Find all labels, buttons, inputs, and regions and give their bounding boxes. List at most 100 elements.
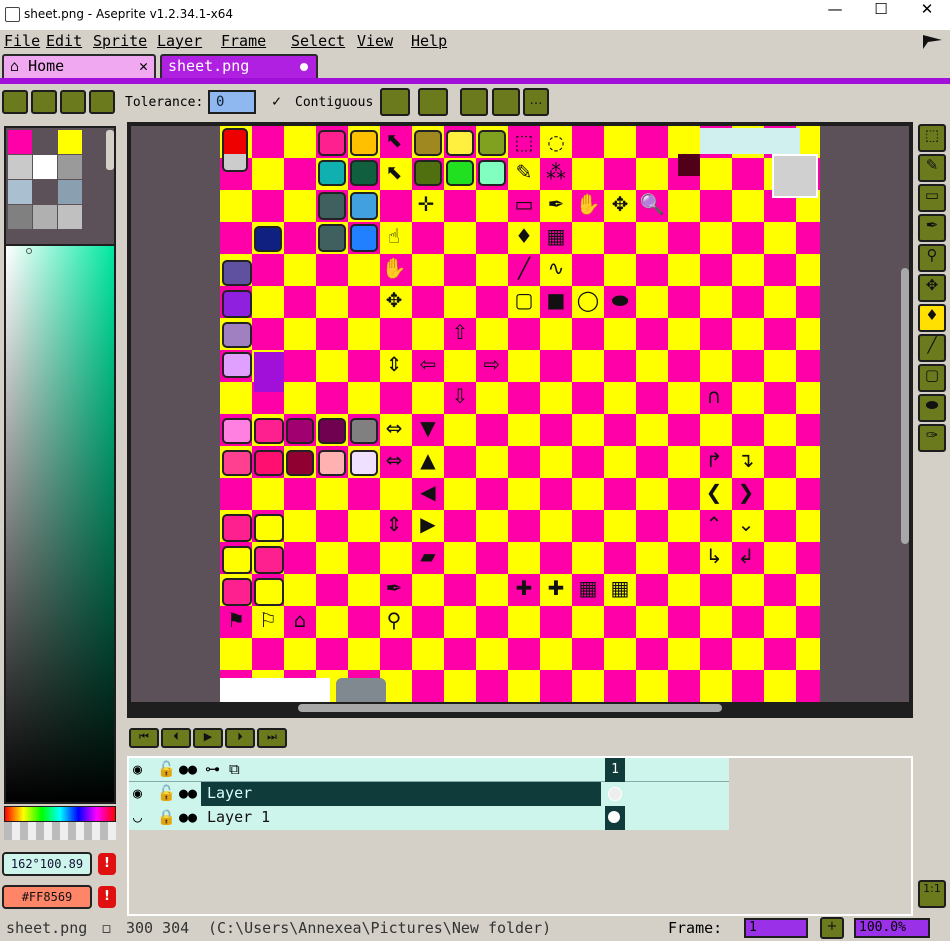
filled-rectangle-icon: ■ [546, 288, 566, 312]
palette-swatch[interactable] [33, 155, 57, 179]
menu-select[interactable]: Select [291, 32, 345, 50]
play-button[interactable]: ▶ [193, 728, 223, 748]
menu-edit[interactable]: Edit [46, 32, 82, 50]
blur-tool[interactable]: ✑ [918, 424, 946, 452]
continuous-icon[interactable]: ●● [179, 758, 197, 780]
layer-row[interactable]: ◉ 🔓 ●● Layer [129, 782, 729, 806]
pencil-icon: ✎ [515, 160, 533, 184]
zoom-tool[interactable]: ⚲ [918, 244, 946, 272]
palette-swatch[interactable] [8, 155, 32, 179]
more-options-button[interactable]: … [523, 88, 549, 116]
palette-swatch[interactable] [33, 180, 57, 204]
rectangular-marquee-tool[interactable]: ⬚ [918, 124, 946, 152]
canvas-vertical-scrollbar[interactable] [901, 268, 909, 544]
layer-name[interactable]: Layer [201, 782, 601, 806]
tab-home[interactable]: ⌂ Home ✕ [2, 54, 156, 78]
cel[interactable] [605, 806, 625, 830]
alpha-slider[interactable] [4, 822, 116, 840]
contour-tool[interactable]: ⬬ [918, 394, 946, 422]
hue-slider[interactable] [4, 806, 116, 822]
tab-sheet-label: sheet.png [168, 57, 250, 75]
eye-icon[interactable]: ◉ [133, 782, 142, 804]
frame-header[interactable]: 1 [605, 758, 625, 782]
extra-option-2-button[interactable] [492, 88, 520, 116]
menu-help[interactable]: Help [411, 32, 447, 50]
selection-mode-replace-button[interactable] [2, 90, 28, 114]
tab-sheet[interactable]: sheet.png [160, 54, 318, 78]
pencil-tool[interactable]: ✎ [918, 154, 946, 182]
lock-icon[interactable]: 🔓 [157, 758, 176, 780]
palette-swatch[interactable] [8, 205, 32, 229]
color-bar: 162°100.89 ! #FF8569 ! [0, 120, 124, 916]
lock-icon[interactable]: 🔓 [157, 782, 176, 804]
palette-swatch[interactable] [8, 130, 32, 154]
pixel-connectivity-button[interactable] [380, 88, 410, 116]
eye-closed-icon[interactable]: ◡ [133, 806, 142, 828]
selection-mode-intersect-button[interactable] [89, 90, 115, 114]
sample-all-layers-button[interactable] [418, 88, 448, 116]
new-frame-button[interactable]: + [820, 917, 844, 939]
color-spectrum[interactable] [4, 244, 116, 804]
menu-view[interactable]: View [357, 32, 393, 50]
extra-option-1-button[interactable] [460, 88, 488, 116]
maximize-button[interactable]: ☐ [858, 0, 904, 30]
cel-icon [608, 811, 620, 823]
continuous-icon[interactable]: ●● [179, 806, 197, 828]
palette-swatch[interactable] [33, 130, 57, 154]
selection-mode-add-button[interactable] [31, 90, 57, 114]
minimize-button[interactable]: — [812, 0, 858, 30]
palette-swatch[interactable] [58, 180, 82, 204]
layers-icon[interactable]: ⧉ [229, 758, 240, 780]
menu-frame[interactable]: Frame [221, 32, 266, 50]
previous-frame-button[interactable]: ⏴ [161, 728, 191, 748]
menu-layer[interactable]: Layer [157, 32, 202, 50]
bg-warning-icon[interactable]: ! [98, 886, 116, 908]
lock-icon[interactable]: 🔒 [157, 806, 176, 828]
zoom-input[interactable]: 100.0% [854, 918, 930, 938]
paint-bucket-icon: ♦ [515, 224, 533, 248]
tab-close-icon[interactable]: ✕ [139, 56, 148, 76]
menu-sprite[interactable]: Sprite [93, 32, 147, 50]
curve-icon: ∿ [547, 256, 565, 280]
contiguous-checkbox[interactable]: ✓ [272, 92, 281, 110]
fg-warning-icon[interactable]: ! [98, 853, 116, 875]
canvas-horizontal-scrollbar[interactable] [298, 704, 722, 712]
eraser-tool[interactable]: ▭ [918, 184, 946, 212]
menu-file[interactable]: File [4, 32, 40, 50]
layer-name[interactable]: Layer 1 [201, 806, 601, 830]
zoom-reset-button[interactable]: 1:1 [918, 880, 946, 908]
sprite-canvas[interactable]: ⬉ ⬉ ☝ ✋ ✥ ✛ ⬚ ◌ ✎ ⁂ ▭ ✒ ✋ ✥ 🔍 ♦ ▦ ╱ ∿ ▢ … [220, 126, 820, 702]
tree-icon[interactable]: ⊶ [205, 758, 220, 780]
palette-swatch[interactable] [58, 130, 82, 154]
palette-swatch[interactable] [8, 180, 32, 204]
ellipse-icon: ◯ [576, 288, 600, 312]
sprite-tile [350, 418, 378, 444]
layer-row[interactable]: ◡ 🔒 ●● Layer 1 [129, 806, 729, 830]
arrow-left-icon: ⇦ [419, 352, 437, 376]
selection-mode-subtract-button[interactable] [60, 90, 86, 114]
sprite-tile [318, 192, 346, 220]
eyedropper-tool[interactable]: ✒ [918, 214, 946, 242]
tolerance-input[interactable]: 0 [208, 90, 256, 114]
eye-icon[interactable]: ◉ [133, 758, 142, 780]
palette-swatch[interactable] [33, 205, 57, 229]
close-window-button[interactable]: ✕ [904, 0, 950, 30]
background-color-button[interactable]: #FF8569 [2, 885, 92, 909]
palette-scrollbar[interactable] [106, 130, 114, 170]
rectangle-tool[interactable]: ▢ [918, 364, 946, 392]
palette-swatch[interactable] [58, 205, 82, 229]
frame-input[interactable]: 1 [744, 918, 808, 938]
flag-icon[interactable] [920, 32, 946, 50]
foreground-color-button[interactable]: 162°100.89 [2, 852, 92, 876]
last-frame-button[interactable]: ⏭ [257, 728, 287, 748]
sprite-tile [414, 160, 442, 186]
cel[interactable] [605, 782, 625, 806]
hand-icon: ✋ [575, 192, 601, 216]
next-frame-button[interactable]: ⏵ [225, 728, 255, 748]
first-frame-button[interactable]: ⏮ [129, 728, 159, 748]
paint-bucket-tool[interactable]: ♦ [918, 304, 946, 332]
continuous-icon[interactable]: ●● [179, 782, 197, 804]
move-tool[interactable]: ✥ [918, 274, 946, 302]
palette-swatch[interactable] [58, 155, 82, 179]
line-tool[interactable]: ╱ [918, 334, 946, 362]
